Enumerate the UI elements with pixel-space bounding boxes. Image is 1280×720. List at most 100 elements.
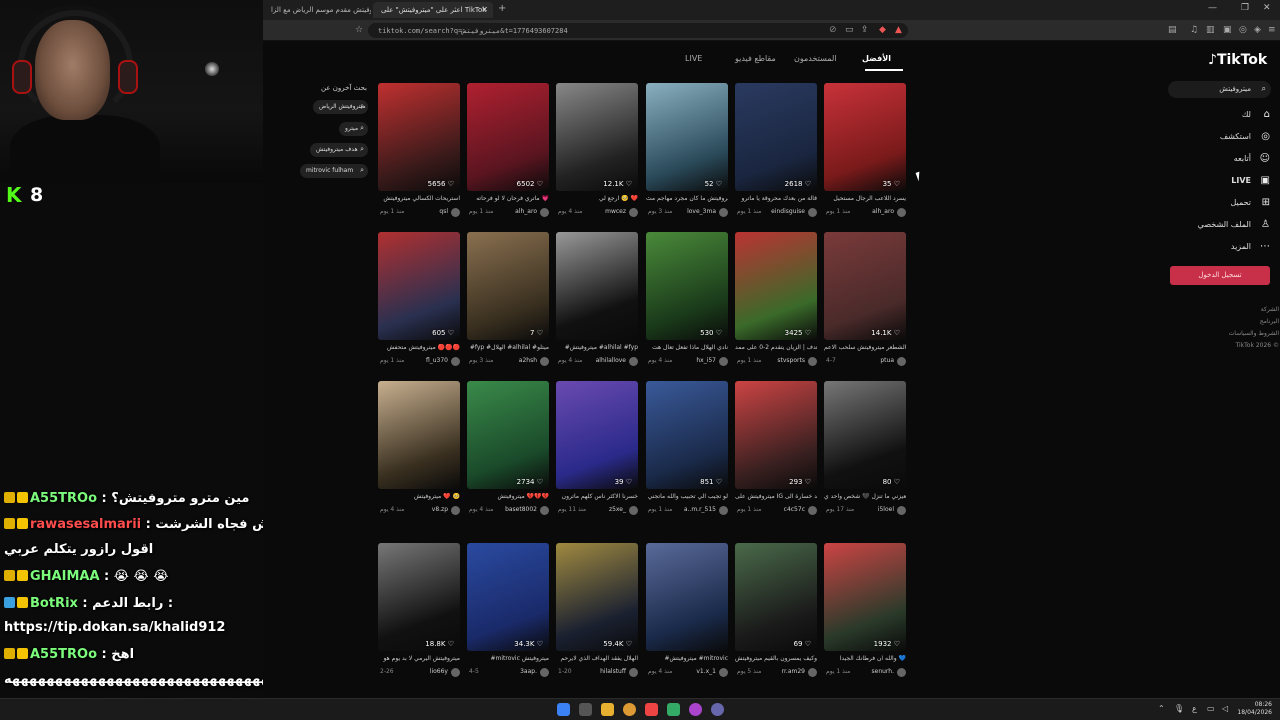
sidebar-item-more[interactable]: المزيد ⋯ (1183, 241, 1273, 258)
video-caption[interactable]: يسرد اللاعب الرجال مستحيل (824, 195, 906, 202)
chat-username[interactable]: A55TROo (30, 491, 97, 506)
translate-icon[interactable]: ⊘ (829, 25, 837, 35)
video-thumbnail[interactable]: 39 ♡ (556, 381, 638, 489)
minimize-icon[interactable]: — (1208, 3, 1217, 13)
tab-users[interactable]: المستخدمون (794, 54, 837, 63)
chat-username[interactable]: BotRix (30, 596, 78, 611)
footer-link[interactable]: TikTok 2026 © (1223, 342, 1280, 349)
video-username[interactable]: c4c57c (784, 506, 805, 513)
music-icon[interactable]: ♫ (1190, 25, 1198, 35)
video-username[interactable]: v8.zp (432, 506, 448, 513)
tiktok-logo[interactable]: ♪TikTok (1208, 52, 1267, 68)
video-caption[interactable]: وكيف يمسرون بالقيم ميتروفيتش (735, 655, 817, 662)
file-explorer-icon[interactable] (601, 703, 614, 716)
video-thumbnail[interactable]: 34.3K ♡ (467, 543, 549, 651)
avatar[interactable] (719, 668, 728, 677)
avatar[interactable] (897, 506, 906, 515)
video-thumbnail[interactable] (556, 232, 638, 340)
video-username[interactable]: rr.am29 (782, 668, 805, 675)
footer-link[interactable]: البرنامج (1223, 318, 1279, 325)
avatar[interactable] (540, 357, 549, 366)
video-username[interactable]: qsl (439, 208, 448, 215)
footer-link[interactable]: الشروط والسياسات (1223, 330, 1279, 337)
close-window-icon[interactable]: ✕ (1263, 3, 1271, 13)
video-caption[interactable]: ميتروفيتش ما كان مجرد مهاجم مث (646, 195, 728, 202)
volume-icon[interactable]: ◁ (1222, 704, 1228, 713)
close-tab-icon[interactable]: ✕ (481, 5, 488, 14)
browser-tab-active[interactable]: اعثر على "ميتروفيتش" على TikTok ✕ (373, 2, 493, 18)
avatar[interactable] (897, 357, 906, 366)
video-thumbnail[interactable]: 7 ♡ (467, 232, 549, 340)
avatar[interactable] (540, 668, 549, 677)
split-view-icon[interactable]: ▥ (1206, 25, 1215, 35)
video-username[interactable]: baset8002 (505, 506, 537, 513)
video-thumbnail[interactable]: 293 ♡ (735, 381, 817, 489)
video-thumbnail[interactable]: 12.1K ♡ (556, 83, 638, 191)
new-tab-icon[interactable]: + (498, 3, 506, 14)
video-caption[interactable]: ميتروفيتش 💔💔💔 (467, 493, 549, 500)
video-username[interactable]: alh_aro (515, 208, 537, 215)
login-button[interactable]: تسجيل الدخول (1170, 266, 1270, 285)
language-indicator[interactable]: ع (1192, 704, 1197, 713)
video-caption[interactable]: ميتروفيتش متحفش 🔴🔴🔴 (378, 344, 460, 351)
share-icon[interactable]: ⇪ (861, 25, 869, 35)
video-caption[interactable]: #mitrovic ميتروفيتش (467, 655, 549, 662)
search-input[interactable]: ميتروفيتش ⌕ (1168, 81, 1271, 98)
video-thumbnail[interactable]: 59.4K ♡ (556, 543, 638, 651)
discord-icon[interactable] (711, 703, 724, 716)
video-username[interactable]: alh_aro (872, 208, 894, 215)
video-caption[interactable]: ارجع لي 🥺 ❤️ (556, 195, 638, 202)
video-username[interactable]: fl_u370 (426, 357, 448, 364)
rewards-icon[interactable]: ▲ (895, 25, 902, 35)
video-caption[interactable]: قالة من بعدك محروقة يا ماترو (735, 195, 817, 202)
app-icon-2[interactable] (689, 703, 702, 716)
video-thumbnail[interactable]: 69 ♡ (735, 543, 817, 651)
mic-icon[interactable]: 🎙 (1174, 704, 1184, 713)
avatar[interactable] (451, 208, 460, 217)
brave-shield-icon[interactable]: ◆ (879, 25, 886, 35)
tab-top[interactable]: الأفضل (862, 54, 891, 63)
tray-chevron-icon[interactable]: ⌃ (1158, 704, 1165, 713)
video-caption[interactable]: ميتروفيتش على IG بعد خسارة الى (735, 493, 817, 500)
video-thumbnail[interactable]: 80 ♡ (824, 381, 906, 489)
video-thumbnail[interactable]: 6502 ♡ (467, 83, 549, 191)
sidebar-icon[interactable]: ▤ (1168, 25, 1177, 35)
avatar[interactable] (808, 208, 817, 217)
video-caption[interactable]: الكساد الشطعر ميتروفيتش سلحب الاعم (824, 344, 906, 351)
video-username[interactable]: z5xe_ (609, 506, 626, 513)
avatar[interactable] (808, 668, 817, 677)
footer-link[interactable]: الشركة (1223, 306, 1279, 313)
video-thumbnail[interactable]: 605 ♡ (378, 232, 460, 340)
video-caption[interactable]: هدف | الزيان يتقدم 2-0 على ممد (735, 344, 817, 351)
sidebar-item-profile[interactable]: الملف الشخصي ♙ (1183, 219, 1273, 236)
video-thumbnail[interactable]: 1932 ♡ (824, 543, 906, 651)
search-icon[interactable]: ⌕ (1262, 84, 1266, 94)
vpn-icon[interactable]: ◈ (1254, 25, 1261, 35)
video-thumbnail[interactable]: 851 ♡ (646, 381, 728, 489)
avatar[interactable] (629, 208, 638, 217)
video-username[interactable]: hilalstuff (600, 668, 626, 675)
video-thumbnail[interactable]: 35 ♡ (824, 83, 906, 191)
start-icon[interactable] (557, 703, 570, 716)
avatar[interactable] (719, 357, 728, 366)
sidebar-item-home[interactable]: لك ⌂ (1183, 109, 1273, 126)
avatar[interactable] (629, 357, 638, 366)
avatar[interactable] (540, 506, 549, 515)
address-bar[interactable]: tiktok.com/search?q=ميتروفيتش&t=17764936… (368, 23, 908, 38)
related-search-chip[interactable]: mitrovic fulham ⌕ (300, 164, 368, 178)
brave-icon[interactable] (645, 703, 658, 716)
chat-username[interactable]: rawasesalmarii (30, 517, 141, 532)
video-thumbnail[interactable]: 2734 ♡ (467, 381, 549, 489)
related-search-chip[interactable]: ميتروفيتش الرياض ⌕ (313, 100, 368, 114)
video-username[interactable]: hx_i57 (696, 357, 716, 364)
video-thumbnail[interactable]: 5656 ♡ (378, 83, 460, 191)
bookmark-icon[interactable]: ☆ (355, 25, 363, 35)
video-caption[interactable]: الهلال يفقد الهداف الذي لايرحم (556, 655, 638, 662)
browser-tab[interactable]: ميتروفيتش مقدم موسم الرياض مع الزا (263, 2, 371, 18)
install-icon[interactable]: ▭ (845, 25, 854, 35)
wallet-icon[interactable]: ▣ (1223, 25, 1232, 35)
video-caption[interactable]: استريحات الكسالي ميتروفيتش (378, 195, 460, 202)
video-username[interactable]: senurh. (872, 668, 895, 675)
video-caption[interactable]: والله ان فرطانك الجيدا 💙 (824, 655, 906, 662)
avatar[interactable] (808, 357, 817, 366)
